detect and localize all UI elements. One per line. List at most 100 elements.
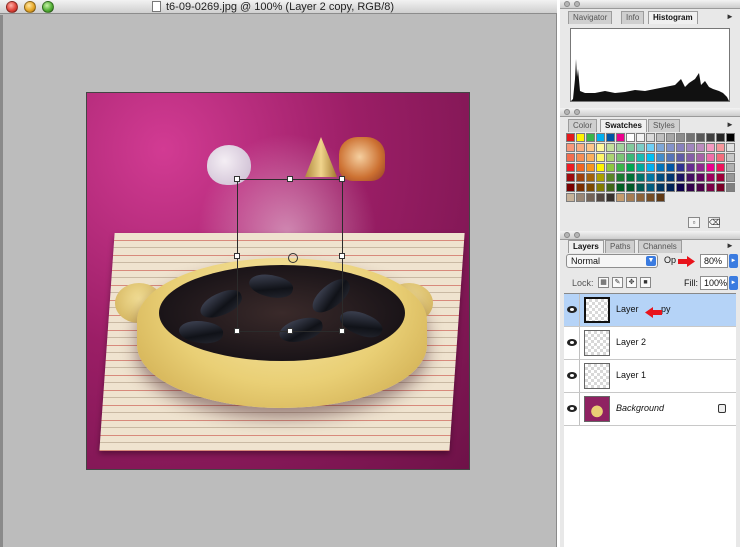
- color-swatch[interactable]: [656, 193, 665, 202]
- color-swatch[interactable]: [686, 143, 695, 152]
- color-swatch[interactable]: [686, 173, 695, 182]
- transform-handle-bottom[interactable]: [287, 328, 293, 334]
- color-swatch[interactable]: [566, 143, 575, 152]
- visibility-toggle[interactable]: [564, 327, 580, 359]
- color-swatch[interactable]: [706, 163, 715, 172]
- color-swatch[interactable]: [726, 153, 735, 162]
- zoom-window-button[interactable]: [42, 1, 54, 13]
- color-swatch[interactable]: [666, 163, 675, 172]
- color-swatch[interactable]: [596, 173, 605, 182]
- color-swatch[interactable]: [656, 163, 665, 172]
- layer-row-background[interactable]: Background: [564, 393, 736, 426]
- color-swatch[interactable]: [666, 173, 675, 182]
- color-swatch[interactable]: [586, 193, 595, 202]
- color-swatch[interactable]: [726, 183, 735, 192]
- color-swatch[interactable]: [576, 153, 585, 162]
- palette-close-dot[interactable]: [564, 109, 570, 115]
- layer-row-layer-2[interactable]: Layer 2: [564, 327, 736, 360]
- color-swatch[interactable]: [646, 193, 655, 202]
- color-swatch[interactable]: [626, 193, 635, 202]
- color-swatch[interactable]: [646, 173, 655, 182]
- trash-icon[interactable]: ⌫: [708, 217, 720, 228]
- color-swatch[interactable]: [586, 143, 595, 152]
- color-swatch[interactable]: [616, 143, 625, 152]
- color-swatch[interactable]: [726, 173, 735, 182]
- color-swatch[interactable]: [586, 163, 595, 172]
- color-swatch[interactable]: [656, 183, 665, 192]
- color-swatch[interactable]: [726, 143, 735, 152]
- transform-handle-right[interactable]: [339, 253, 345, 259]
- color-swatch[interactable]: [706, 143, 715, 152]
- color-swatch[interactable]: [606, 163, 615, 172]
- color-swatch[interactable]: [596, 163, 605, 172]
- tab-swatches[interactable]: Swatches: [600, 119, 647, 132]
- color-swatch[interactable]: [616, 183, 625, 192]
- color-swatch[interactable]: [576, 183, 585, 192]
- color-swatch[interactable]: [656, 143, 665, 152]
- color-swatch[interactable]: [626, 133, 635, 142]
- transform-reference-point[interactable]: [288, 253, 298, 263]
- color-swatch[interactable]: [606, 193, 615, 202]
- color-swatch[interactable]: [596, 153, 605, 162]
- color-swatch[interactable]: [566, 193, 575, 202]
- color-swatch[interactable]: [606, 183, 615, 192]
- tab-navigator[interactable]: Navigator: [568, 11, 613, 24]
- layer-row-layer-2-copy[interactable]: Layer py: [564, 294, 736, 327]
- color-swatch[interactable]: [696, 173, 705, 182]
- color-swatch[interactable]: [616, 133, 625, 142]
- color-swatch[interactable]: [566, 183, 575, 192]
- visibility-toggle[interactable]: [564, 393, 580, 425]
- color-swatch[interactable]: [636, 143, 645, 152]
- visibility-toggle[interactable]: [564, 294, 580, 326]
- color-swatch[interactable]: [636, 173, 645, 182]
- color-swatch[interactable]: [696, 153, 705, 162]
- color-swatch[interactable]: [676, 163, 685, 172]
- palette-minimize-dot[interactable]: [574, 232, 580, 238]
- color-swatch[interactable]: [636, 153, 645, 162]
- color-swatch[interactable]: [616, 193, 625, 202]
- palette-close-dot[interactable]: [564, 232, 570, 238]
- color-swatch[interactable]: [576, 173, 585, 182]
- opacity-input[interactable]: 80%: [700, 254, 728, 268]
- color-swatch[interactable]: [716, 173, 725, 182]
- color-swatch[interactable]: [596, 193, 605, 202]
- color-swatch[interactable]: [676, 143, 685, 152]
- color-swatch[interactable]: [616, 173, 625, 182]
- color-swatch[interactable]: [646, 183, 655, 192]
- color-swatch[interactable]: [626, 163, 635, 172]
- color-swatch[interactable]: [716, 143, 725, 152]
- lock-transparency-icon[interactable]: ▦: [598, 277, 609, 288]
- tab-styles[interactable]: Styles: [648, 119, 680, 132]
- color-swatch[interactable]: [666, 133, 675, 142]
- color-swatch[interactable]: [636, 183, 645, 192]
- color-swatch[interactable]: [666, 183, 675, 192]
- color-swatch[interactable]: [696, 163, 705, 172]
- color-swatch[interactable]: [706, 183, 715, 192]
- color-swatch[interactable]: [686, 183, 695, 192]
- color-swatch[interactable]: [716, 153, 725, 162]
- palette-menu-icon[interactable]: ►: [724, 241, 736, 252]
- color-swatch[interactable]: [566, 173, 575, 182]
- color-swatch[interactable]: [706, 173, 715, 182]
- transform-handle-bottom-right[interactable]: [339, 328, 345, 334]
- transform-handle-top-left[interactable]: [234, 176, 240, 182]
- color-swatch[interactable]: [636, 133, 645, 142]
- color-swatch[interactable]: [656, 173, 665, 182]
- tab-paths[interactable]: Paths: [605, 240, 636, 253]
- color-swatch[interactable]: [566, 153, 575, 162]
- color-swatch[interactable]: [696, 133, 705, 142]
- color-swatch[interactable]: [586, 153, 595, 162]
- color-swatch[interactable]: [636, 193, 645, 202]
- color-swatch[interactable]: [686, 133, 695, 142]
- layer-row-layer-1[interactable]: Layer 1: [564, 360, 736, 393]
- opacity-slider-arrow-icon[interactable]: ►: [729, 254, 738, 268]
- color-swatch[interactable]: [716, 163, 725, 172]
- new-swatch-icon[interactable]: ▫: [688, 217, 700, 228]
- transform-handle-top[interactable]: [287, 176, 293, 182]
- color-swatch[interactable]: [626, 153, 635, 162]
- palette-minimize-dot[interactable]: [574, 109, 580, 115]
- color-swatch[interactable]: [616, 153, 625, 162]
- palette-menu-icon[interactable]: ►: [724, 12, 736, 23]
- palette-close-dot[interactable]: [564, 1, 570, 7]
- close-window-button[interactable]: [6, 1, 18, 13]
